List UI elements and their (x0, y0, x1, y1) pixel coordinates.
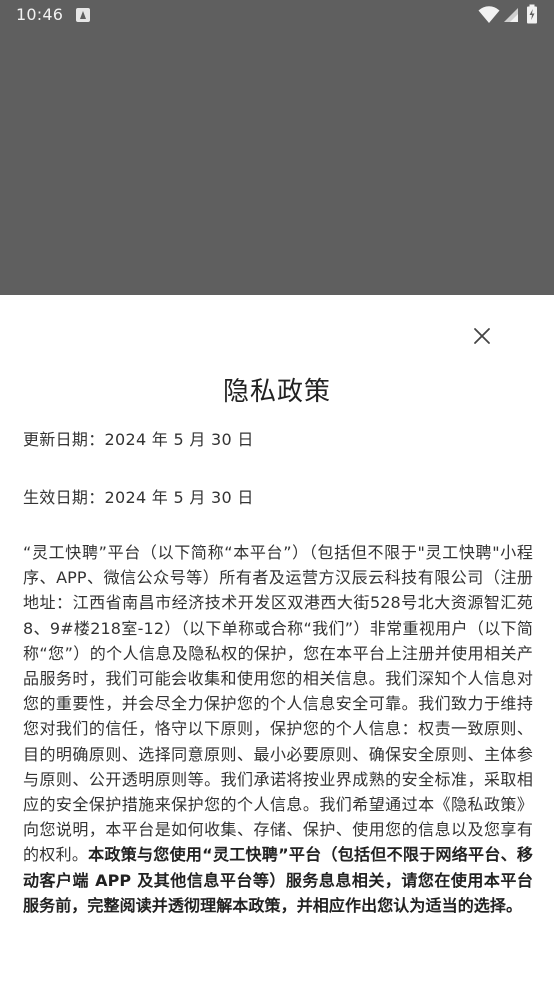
policy-body-emphasis: 本政策与您使用“灵工快聘”平台（包括但不限于网络平台、移动客户端 APP 及其他… (23, 845, 533, 915)
page-title: 隐私政策 (222, 377, 331, 407)
status-bar: 10:46 (0, 0, 554, 30)
close-icon (474, 328, 490, 344)
policy-body-text: “灵工快聘”平台（以下简称“本平台”）（包括但不限于"灵工快聘"小程序、APP、… (23, 543, 533, 865)
effective-date: 生效日期：2024 年 5 月 30 日 (23, 488, 254, 507)
battery-icon (527, 4, 537, 24)
updated-date: 更新日期：2024 年 5 月 30 日 (23, 430, 254, 449)
privacy-policy-sheet: 隐私政策 更新日期：2024 年 5 月 30 日 生效日期：2024 年 5 … (0, 295, 554, 984)
wifi-icon (478, 6, 500, 23)
cell-signal-icon (504, 8, 518, 22)
close-button[interactable] (466, 320, 498, 352)
screen: 10:46 隐私政策 更新日期：2024 年 5 月 30 日 生效日期：202… (0, 0, 554, 984)
policy-body: “灵工快聘”平台（以下简称“本平台”）（包括但不限于"灵工快聘"小程序、APP、… (23, 540, 533, 918)
background-scrim[interactable] (0, 30, 554, 295)
status-time: 10:46 (16, 5, 64, 24)
notification-icon (76, 8, 90, 22)
